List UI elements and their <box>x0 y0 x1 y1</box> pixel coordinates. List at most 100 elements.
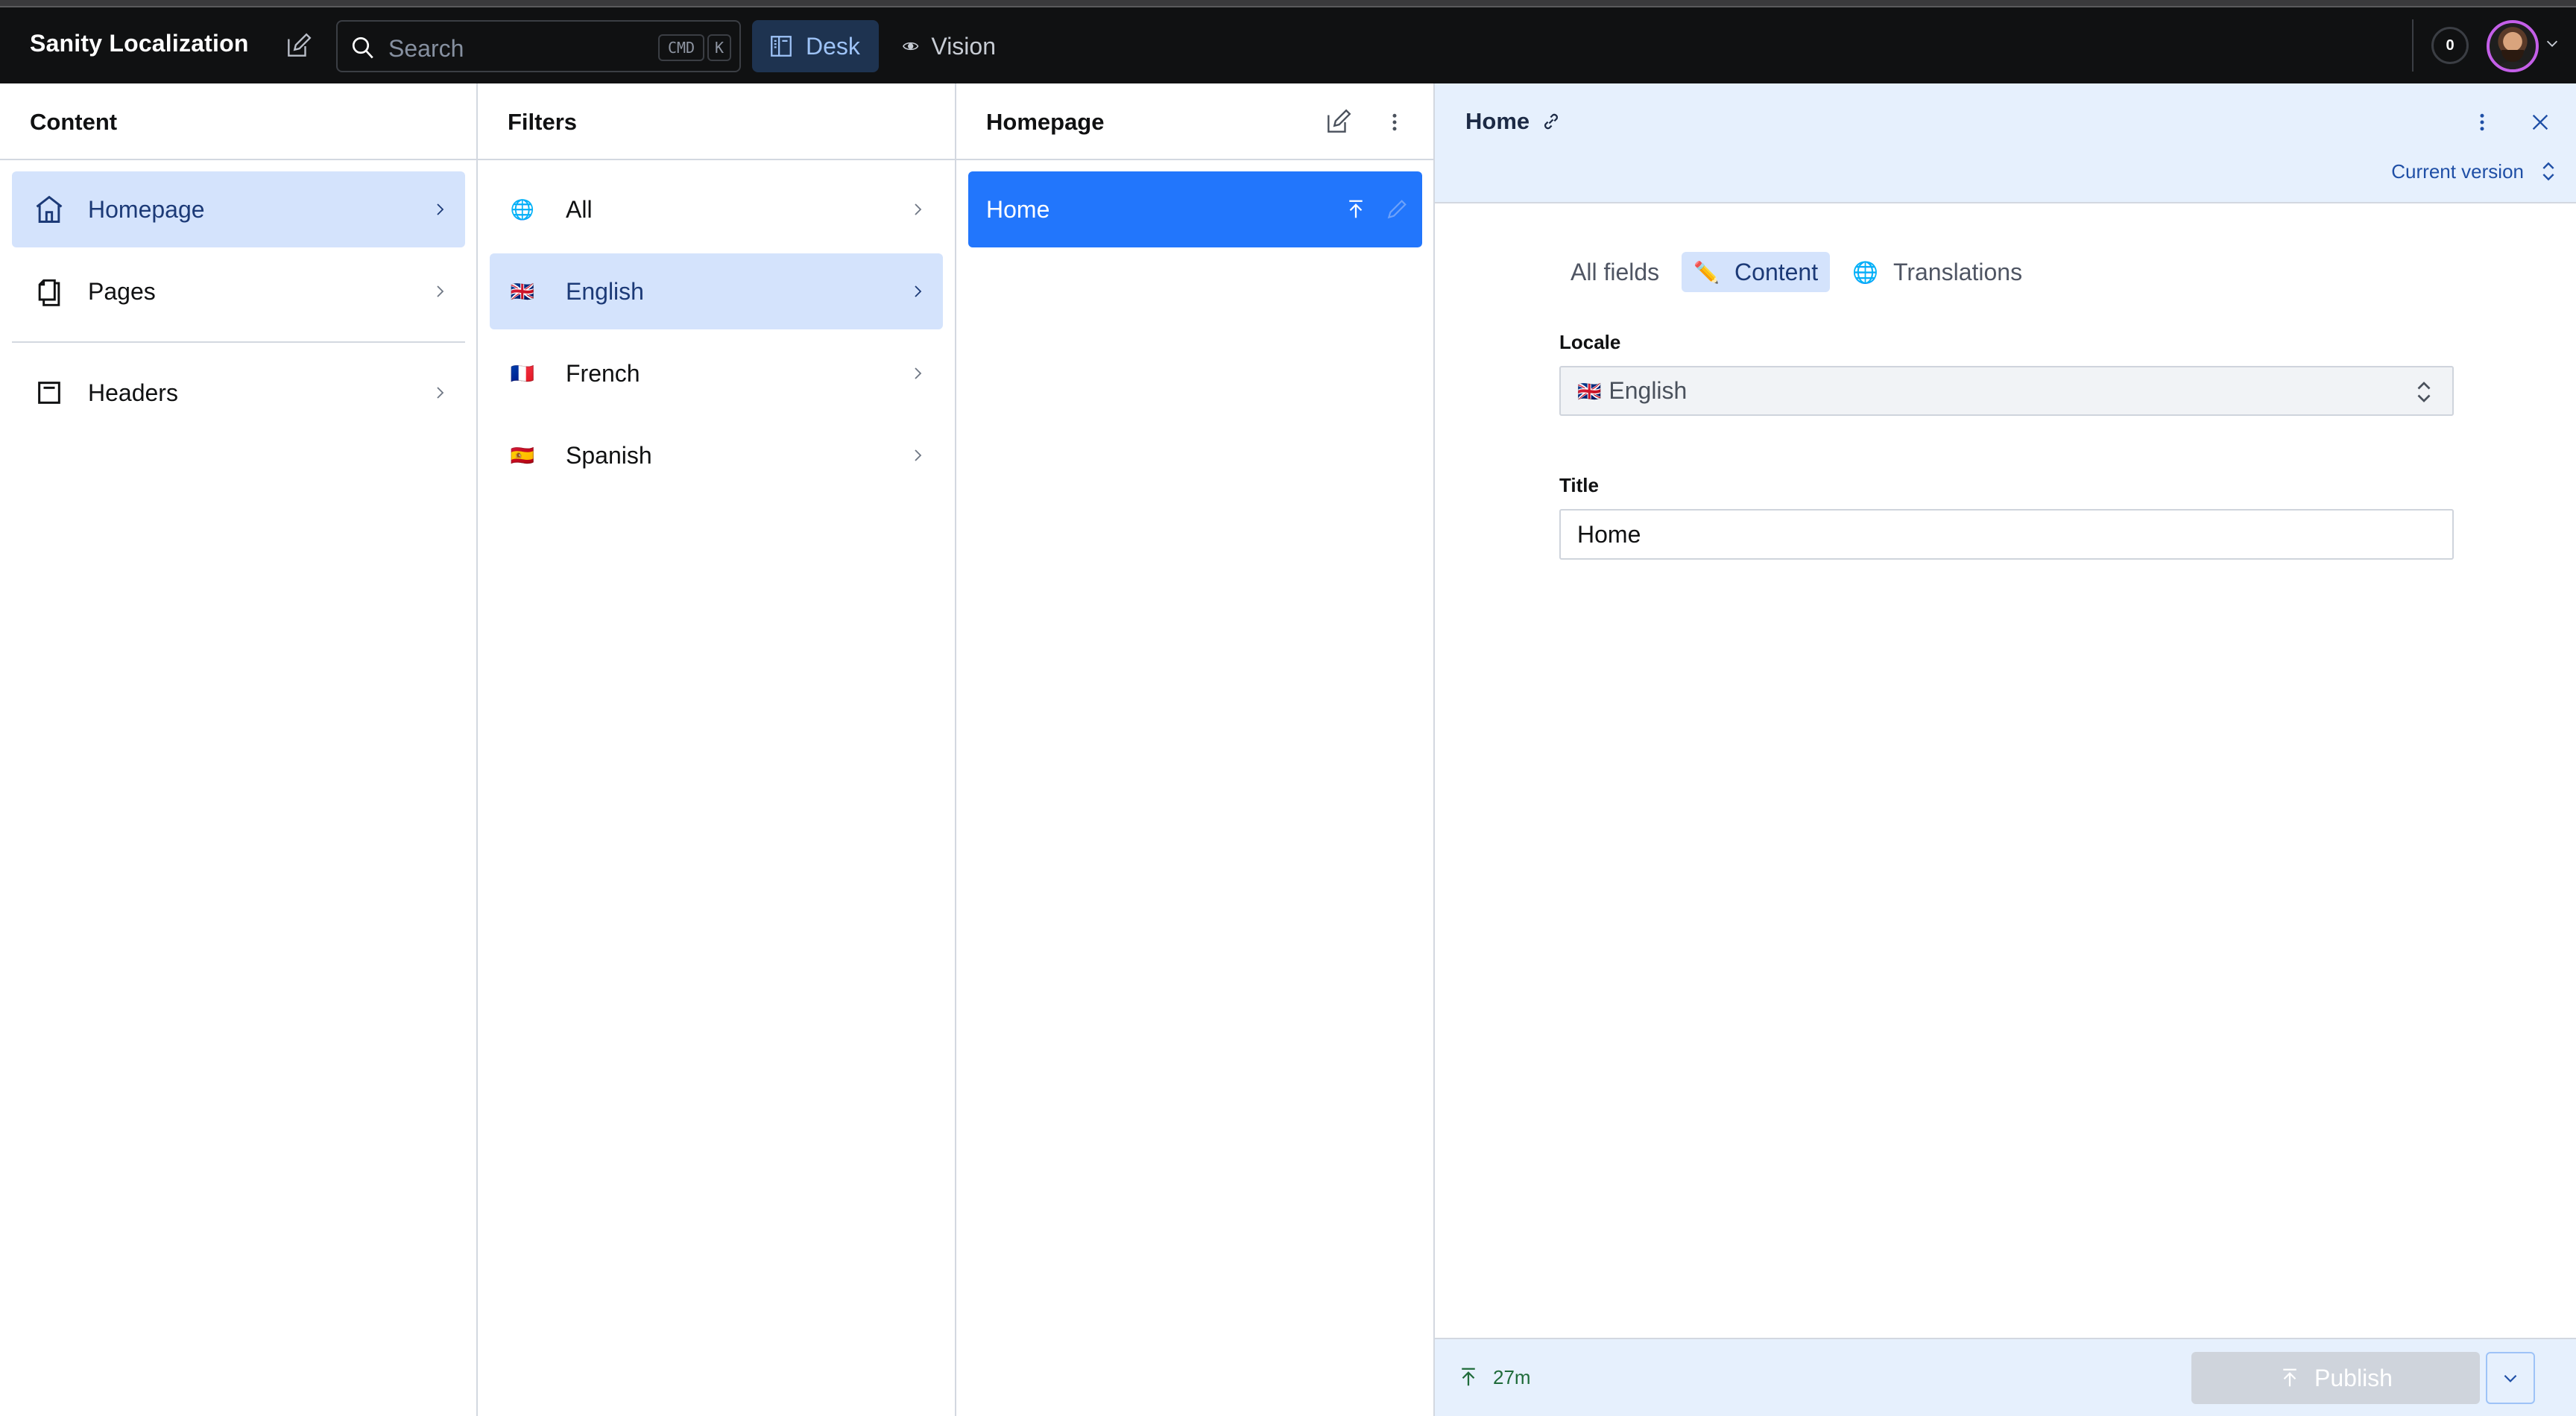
window-chrome-strip <box>0 0 2576 7</box>
ellipsis-vertical-icon <box>1392 113 1397 131</box>
notifications-counter[interactable]: 0 <box>2431 27 2469 64</box>
search-icon <box>352 37 373 59</box>
published-ago: 27m <box>1493 1365 1531 1388</box>
avatar-shirt <box>2494 62 2531 69</box>
filter-item-all[interactable]: 🌐 All <box>490 171 943 247</box>
compose-icon <box>1328 109 1351 133</box>
field-group-tabs: All fields ✏️ Content 🌐 Translations <box>1559 252 2034 292</box>
shortcut-key-k: K <box>707 34 731 61</box>
filters-pane-header: Filters <box>478 83 955 160</box>
version-label: Current version <box>2391 159 2524 183</box>
locale-select-value: English <box>1609 377 1688 404</box>
top-navbar: Sanity Localization Search CMD K Desk Vi… <box>0 7 2576 83</box>
chevron-right-icon <box>915 203 922 215</box>
content-pane-title: Content <box>30 109 118 135</box>
close-pane-button[interactable] <box>2519 101 2561 143</box>
document-item-label: Home <box>986 196 1050 223</box>
chevron-right-icon <box>915 285 922 297</box>
navbar-separator <box>2412 19 2414 72</box>
tab-label: Content <box>1734 258 1819 285</box>
filter-item-label: All <box>566 195 593 223</box>
globe-icon: 🌐 <box>510 198 535 221</box>
content-item-headers[interactable]: Headers <box>12 355 465 431</box>
content-item-label: Pages <box>88 277 156 305</box>
shortcut-key-cmd: CMD <box>658 34 704 61</box>
locale-field-label: Locale <box>1559 331 1621 353</box>
pencil-icon: ✏️ <box>1693 260 1720 284</box>
tab-all-fields[interactable]: All fields <box>1559 252 1671 292</box>
publish-label: Publish <box>2314 1364 2393 1391</box>
tool-vision-label: Vision <box>931 32 996 60</box>
content-item-label: Headers <box>88 379 178 406</box>
tab-translations[interactable]: 🌐 Translations <box>1840 252 2034 292</box>
publish-button[interactable]: Publish <box>2191 1352 2480 1404</box>
tool-vision-button[interactable]: Vision <box>886 20 1012 72</box>
filter-item-english[interactable]: 🇬🇧 English <box>490 253 943 329</box>
document-item-home[interactable]: Home <box>968 171 1422 247</box>
document-actions-menu-button[interactable] <box>2486 1352 2535 1404</box>
document-title: Home <box>1465 108 1530 134</box>
eye-icon <box>903 42 919 51</box>
documents-pane: Homepage Home <box>956 83 1435 1416</box>
new-document-button[interactable] <box>282 30 315 63</box>
filter-item-spanish[interactable]: 🇪🇸 Spanish <box>490 417 943 493</box>
spain-flag-icon: 🇪🇸 <box>510 444 535 467</box>
chevron-right-icon <box>437 203 444 215</box>
tab-label: Translations <box>1892 258 2023 285</box>
user-avatar[interactable] <box>2487 20 2539 72</box>
document-editor-pane: Home Current version All fields ✏️ Conte… <box>1435 83 2576 1416</box>
tab-label: All fields <box>1570 258 1660 285</box>
documents-pane-title: Homepage <box>986 109 1105 135</box>
chevron-right-icon <box>915 367 922 379</box>
pane-menu-button[interactable] <box>1374 101 1415 143</box>
home-icon <box>36 195 63 223</box>
search-placeholder: Search <box>388 35 464 62</box>
studio-title[interactable]: Sanity Localization <box>30 30 249 57</box>
content-list-divider <box>12 341 465 343</box>
filter-item-french[interactable]: 🇫🇷 French <box>490 335 943 411</box>
user-menu-button[interactable] <box>2543 34 2561 52</box>
filter-item-label: Spanish <box>566 441 652 469</box>
content-item-homepage[interactable]: Homepage <box>12 171 465 247</box>
chevron-down-icon <box>2546 40 2558 47</box>
published-status[interactable]: 27m <box>1457 1365 1531 1389</box>
content-item-pages[interactable]: Pages <box>12 253 465 329</box>
chevron-right-icon <box>915 449 922 461</box>
ellipsis-vertical-icon <box>2480 113 2484 131</box>
document-menu-button[interactable] <box>2461 101 2503 143</box>
edit-status-icon <box>1387 200 1407 219</box>
compose-icon <box>288 33 312 57</box>
documents-icon <box>38 279 60 306</box>
publish-icon <box>2283 1368 2296 1387</box>
chevron-right-icon <box>437 387 444 399</box>
link-icon[interactable] <box>1540 110 1562 133</box>
avatar-beard <box>2501 50 2524 62</box>
tab-content[interactable]: ✏️ Content <box>1682 252 1831 292</box>
title-input[interactable] <box>1559 509 2454 560</box>
chevron-right-icon <box>437 285 444 297</box>
globe-icon: 🌐 <box>1852 260 1878 284</box>
filters-pane: Filters 🌐 All 🇬🇧 English 🇫🇷 French 🇪🇸 Sp… <box>478 83 956 1416</box>
filters-pane-title: Filters <box>508 109 578 135</box>
uk-flag-icon: 🇬🇧 <box>1577 379 1602 402</box>
published-icon <box>1462 1368 1475 1386</box>
uk-flag-icon: 🇬🇧 <box>510 280 535 303</box>
create-document-button[interactable] <box>1317 101 1359 143</box>
title-field-label: Title <box>1559 474 1599 496</box>
version-selector[interactable]: Current version <box>2391 159 2557 183</box>
locale-select[interactable]: 🇬🇧 English <box>1559 366 2454 416</box>
content-pane: Content Homepage Pages Headers <box>0 83 478 1416</box>
global-search[interactable]: Search CMD K <box>336 20 741 72</box>
tool-desk-button[interactable]: Desk <box>752 20 879 72</box>
filter-item-label: French <box>566 359 640 387</box>
content-item-label: Homepage <box>88 195 205 223</box>
documents-pane-header: Homepage <box>956 83 1433 160</box>
published-status-icon <box>1349 200 1363 218</box>
tool-desk-label: Desk <box>806 32 860 60</box>
desk-icon <box>771 36 792 57</box>
filter-item-label: English <box>566 277 644 305</box>
chevron-up-down-icon <box>2542 162 2554 181</box>
chevron-down-icon <box>2504 1374 2517 1382</box>
chevron-up-down-icon <box>2417 382 2431 402</box>
close-icon <box>2532 114 2548 130</box>
